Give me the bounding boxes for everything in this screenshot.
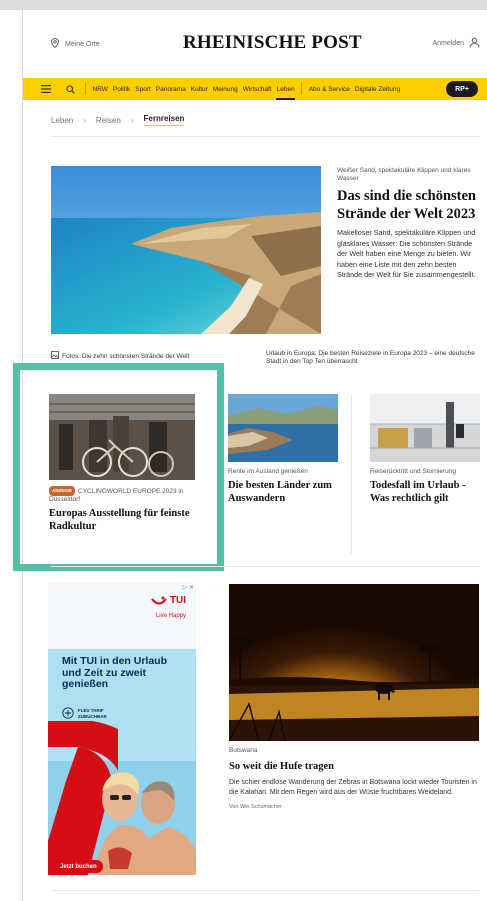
gallery-icon bbox=[51, 351, 59, 361]
browser-chrome bbox=[0, 0, 487, 10]
card-kicker: Rente im Ausland genießen bbox=[228, 468, 308, 475]
fotos-link-label: Fotos: Die zehn schönsten Strände der We… bbox=[62, 352, 190, 360]
nav-item-digitale-zeitung[interactable]: Digitale Zeitung bbox=[352, 86, 402, 93]
related-article-link[interactable]: Urlaub in Europa: Die besten Reiseziele … bbox=[266, 350, 482, 366]
nav-item-leben[interactable]: Leben bbox=[274, 86, 297, 100]
article-image-botswana[interactable] bbox=[229, 584, 479, 741]
card-image-coast[interactable] bbox=[228, 394, 338, 462]
tui-brand-text: TUI bbox=[169, 595, 186, 606]
article-headline[interactable]: So weit die Hufe tragen bbox=[229, 760, 483, 773]
article-botswana[interactable]: Botswana So weit die Hufe tragen Die sch… bbox=[229, 747, 483, 810]
breadcrumb-current: Fernreisen bbox=[143, 114, 185, 126]
article-author: Von Win Schumacher bbox=[229, 804, 282, 810]
user-icon bbox=[469, 37, 480, 50]
tui-advertisement[interactable]: ▷ ✕ TUI Live Happy Mit TUI in den Urlaub… bbox=[48, 583, 196, 875]
tui-slogan: Live Happy bbox=[155, 613, 186, 619]
hero-headline[interactable]: Das sind die schönsten Strände der Welt … bbox=[337, 188, 483, 223]
article-kicker: Botswana bbox=[229, 747, 258, 754]
adchoices-icon[interactable]: ▷ ✕ bbox=[183, 584, 194, 591]
teaser-card-auswandern[interactable]: Rente im Ausland genießen Die besten Län… bbox=[228, 394, 338, 505]
card-headline[interactable]: Die besten Länder zum Auswandern bbox=[228, 479, 338, 505]
plus-circle-icon bbox=[62, 707, 74, 721]
hero-image-beach[interactable] bbox=[51, 166, 321, 334]
nav-divider bbox=[85, 83, 86, 95]
flex-tarif-label: FLEX TARIF ZUBUCHBAR bbox=[78, 708, 107, 719]
nav-item-nrw[interactable]: NRW bbox=[90, 86, 110, 93]
tui-logo: TUI bbox=[151, 595, 186, 606]
login-link[interactable]: Anmelden bbox=[432, 37, 480, 50]
menu-icon[interactable] bbox=[37, 78, 55, 100]
ad-headline: Mit TUI in den Urlaub und Zeit zu zweit … bbox=[62, 655, 167, 690]
highlight-frame bbox=[13, 363, 224, 571]
hero-article[interactable]: Weißer Sand, spektakuläre Klippen und kl… bbox=[337, 167, 483, 281]
my-places-label: Meine Orte bbox=[65, 40, 100, 48]
breadcrumb: Leben › Reisen › Fernreisen bbox=[51, 114, 185, 126]
column-divider bbox=[351, 394, 352, 554]
nav-item-meinung[interactable]: Meinung bbox=[210, 86, 240, 93]
search-icon[interactable] bbox=[61, 78, 79, 100]
nav-items: NRW Politik Sport Panorama Kultur Meinun… bbox=[90, 78, 403, 100]
nav-item-wirtschaft[interactable]: Wirtschaft bbox=[240, 86, 274, 93]
nav-item-kultur[interactable]: Kultur bbox=[188, 86, 210, 93]
card-image-airport[interactable] bbox=[370, 394, 480, 462]
site-logo[interactable]: RHEINISCHE POST bbox=[183, 32, 362, 54]
nav-item-panorama[interactable]: Panorama bbox=[153, 86, 188, 93]
book-now-button[interactable]: Jetzt buchen bbox=[54, 860, 103, 873]
rp-plus-button[interactable]: RP+ bbox=[446, 81, 478, 97]
chevron-right-icon: › bbox=[130, 115, 134, 125]
nav-item-abo-service[interactable]: Abo & Service bbox=[306, 86, 352, 93]
ad-photo-couple bbox=[48, 721, 196, 875]
hero-teaser: Makelloser Sand, spektakuläre Klippen un… bbox=[337, 228, 476, 279]
hero-kicker: Weißer Sand, spektakuläre Klippen und kl… bbox=[337, 167, 471, 182]
nav-divider bbox=[301, 83, 303, 95]
my-places-link[interactable]: Meine Orte bbox=[51, 38, 100, 50]
card-kicker: Reiserücktritt und Stornierung bbox=[370, 468, 456, 475]
teaser-card-todesfall[interactable]: Reiserücktritt und Stornierung Todesfall… bbox=[370, 394, 480, 505]
page: Meine Orte RHEINISCHE POST Anmelden NRW … bbox=[13, 10, 487, 901]
divider bbox=[51, 566, 479, 567]
breadcrumb-item-leben[interactable]: Leben bbox=[51, 116, 73, 125]
breadcrumb-item-reisen[interactable]: Reisen bbox=[96, 116, 121, 125]
flex-tarif-badge: FLEX TARIF ZUBUCHBAR bbox=[62, 707, 107, 721]
nav-item-politik[interactable]: Politik bbox=[110, 86, 132, 93]
nav-item-sport[interactable]: Sport bbox=[133, 86, 154, 93]
divider bbox=[51, 890, 479, 891]
location-pin-icon bbox=[51, 38, 59, 50]
chevron-right-icon: › bbox=[83, 115, 86, 125]
divider bbox=[51, 136, 479, 137]
fotos-link[interactable]: Fotos: Die zehn schönsten Strände der We… bbox=[51, 351, 189, 361]
main-navigation: NRW Politik Sport Panorama Kultur Meinun… bbox=[23, 78, 487, 100]
card-headline[interactable]: Todesfall im Urlaub - Was rechtlich gilt bbox=[370, 479, 480, 505]
login-label: Anmelden bbox=[432, 40, 464, 47]
article-teaser: Die schier endlose Wanderung der Zebras … bbox=[229, 779, 477, 796]
site-header: Meine Orte RHEINISCHE POST Anmelden bbox=[23, 10, 487, 78]
